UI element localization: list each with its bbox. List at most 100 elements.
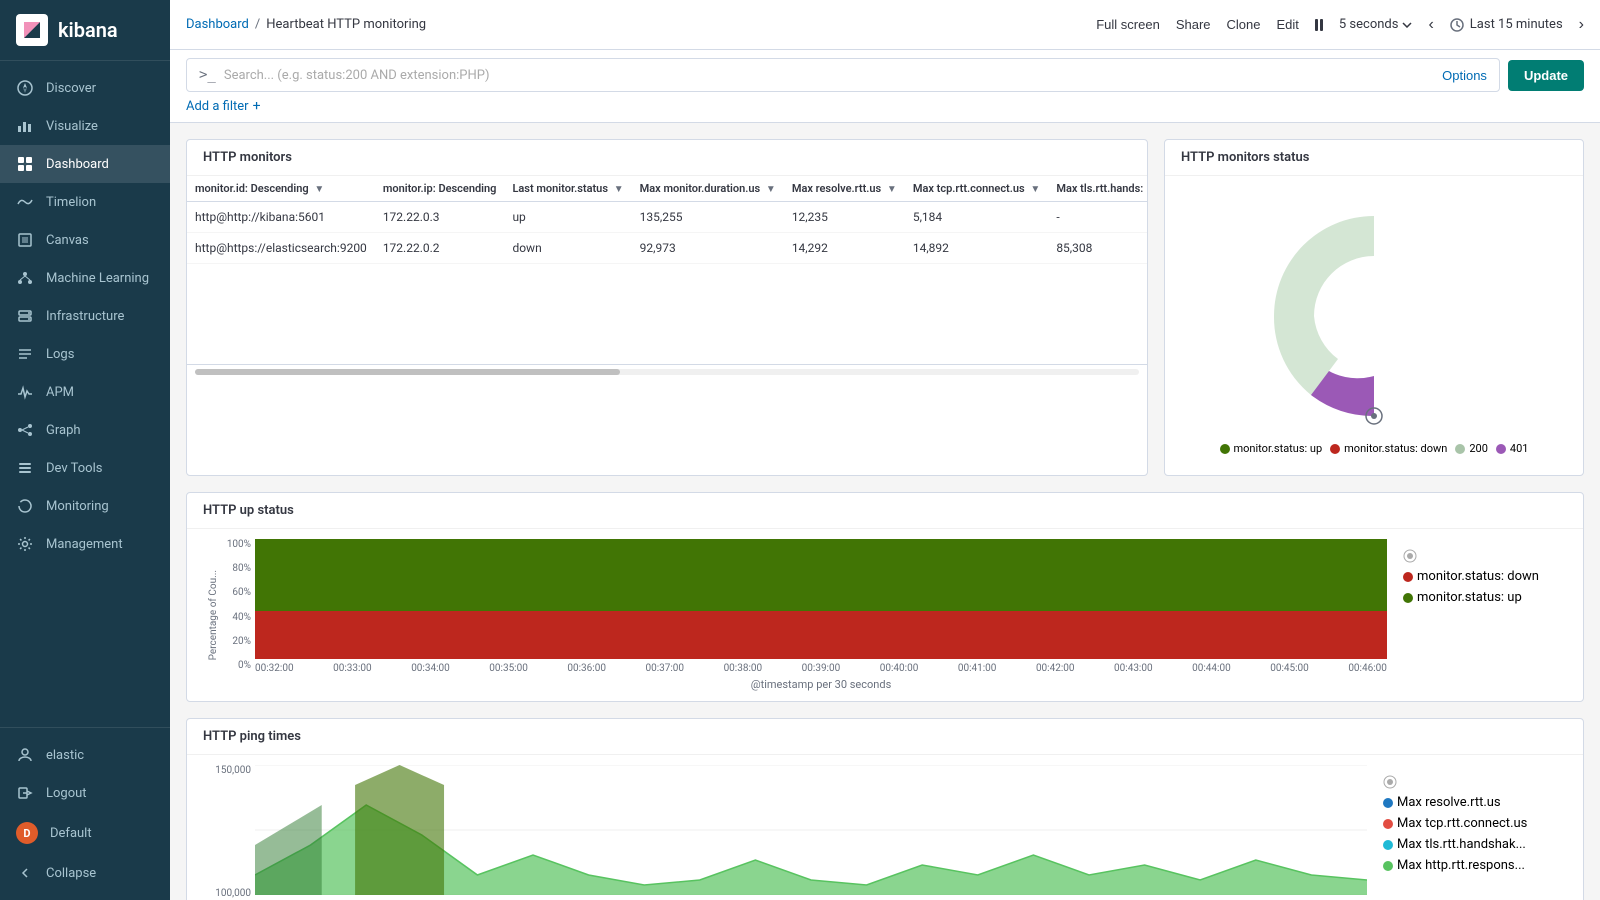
topbar-actions: Full screen Share Clone Edit 5 seconds ‹… bbox=[1096, 16, 1584, 34]
col-monitor-ip[interactable]: monitor.ip: Descending bbox=[375, 176, 505, 202]
sidebar-item-devtools-label: Dev Tools bbox=[46, 461, 102, 476]
col-max-duration[interactable]: Max monitor.duration.us ▼ bbox=[632, 176, 784, 202]
sidebar-item-elastic[interactable]: elastic bbox=[0, 736, 170, 774]
tools-icon bbox=[16, 459, 34, 477]
monitors-table: monitor.id: Descending ▼ monitor.ip: Des… bbox=[187, 176, 1147, 264]
sidebar-item-collapse[interactable]: Collapse bbox=[0, 854, 170, 892]
topbar: Dashboard / Heartbeat HTTP monitoring Fu… bbox=[170, 0, 1600, 50]
sidebar-item-discover[interactable]: Discover bbox=[0, 69, 170, 107]
kibana-logo-text: kibana bbox=[58, 18, 118, 42]
legend-settings-icon bbox=[1403, 549, 1417, 563]
sidebar-nav: Discover Visualize Dashboard Timelion Ca bbox=[0, 61, 170, 727]
x-axis-title: @timestamp per 30 seconds bbox=[255, 674, 1387, 691]
sidebar-item-elastic-label: elastic bbox=[46, 748, 84, 763]
sidebar-item-visualize[interactable]: Visualize bbox=[0, 107, 170, 145]
interval-selector[interactable]: 5 seconds bbox=[1339, 17, 1413, 32]
ml-icon bbox=[16, 269, 34, 287]
row-0-id: http@http://kibana:5601 bbox=[187, 202, 375, 233]
row-0-duration: 135,255 bbox=[632, 202, 784, 233]
donut-legend: monitor.status: up monitor.status: down … bbox=[1220, 442, 1529, 455]
http-ping-times-panel: HTTP ping times 150,000 100,000 bbox=[186, 718, 1584, 900]
bar-chart-main-area: 00:32:00 00:33:00 00:34:00 00:35:00 00:3… bbox=[255, 539, 1387, 691]
sidebar-item-logout[interactable]: Logout bbox=[0, 774, 170, 812]
sidebar-item-graph-label: Graph bbox=[46, 423, 81, 438]
line-legend-dot-http bbox=[1383, 861, 1393, 871]
logo[interactable]: kibana bbox=[0, 0, 170, 61]
sidebar-item-machine-learning[interactable]: Machine Learning bbox=[0, 259, 170, 297]
line-legend-tcp: Max tcp.rtt.connect.us bbox=[1383, 816, 1551, 831]
legend-label-401: 401 bbox=[1510, 442, 1529, 455]
options-button[interactable]: Options bbox=[1442, 68, 1487, 83]
line-chart-layout: 150,000 100,000 bbox=[203, 765, 1567, 899]
col-monitor-id[interactable]: monitor.id: Descending ▼ bbox=[187, 176, 375, 202]
edit-button[interactable]: Edit bbox=[1276, 17, 1298, 32]
bar-legend-label-down: monitor.status: down bbox=[1417, 569, 1539, 584]
add-filter-button[interactable]: Add a filter + bbox=[186, 98, 261, 114]
legend-item-down: monitor.status: down bbox=[1330, 442, 1447, 455]
wave-icon bbox=[16, 193, 34, 211]
legend-item-up: monitor.status: up bbox=[1220, 442, 1323, 455]
line-chart-svg bbox=[255, 765, 1367, 895]
sidebar-item-infrastructure-label: Infrastructure bbox=[46, 309, 124, 324]
row-1-ip: 172.22.0.2 bbox=[375, 233, 505, 264]
row-1-tcp: 14,892 bbox=[905, 233, 1048, 264]
sidebar-item-default[interactable]: D Default bbox=[0, 812, 170, 854]
share-button[interactable]: Share bbox=[1176, 17, 1211, 32]
sidebar-item-timelion[interactable]: Timelion bbox=[0, 183, 170, 221]
row-1-id: http@https://elasticsearch:9200 bbox=[187, 233, 375, 264]
sidebar-item-infrastructure[interactable]: Infrastructure bbox=[0, 297, 170, 335]
search-prompt-icon: >_ bbox=[199, 67, 216, 83]
sidebar-item-monitoring[interactable]: Monitoring bbox=[0, 487, 170, 525]
area-left bbox=[255, 805, 322, 895]
col-max-resolve[interactable]: Max resolve.rtt.us ▼ bbox=[784, 176, 905, 202]
monitors-table-scroll[interactable]: monitor.id: Descending ▼ monitor.ip: Des… bbox=[187, 176, 1147, 264]
bar-legend-label-up: monitor.status: up bbox=[1417, 590, 1522, 605]
breadcrumb-home[interactable]: Dashboard bbox=[186, 17, 249, 32]
sidebar-item-management[interactable]: Management bbox=[0, 525, 170, 563]
canvas-icon bbox=[16, 231, 34, 249]
col-max-tls[interactable]: Max tls.rtt.hands: ▼ bbox=[1048, 176, 1147, 202]
table-row: http@https://elasticsearch:9200 172.22.0… bbox=[187, 233, 1147, 264]
sidebar-item-devtools[interactable]: Dev Tools bbox=[0, 449, 170, 487]
sidebar-item-logs[interactable]: Logs bbox=[0, 335, 170, 373]
filter-bar: Add a filter + bbox=[186, 98, 1584, 114]
http-monitors-panel: HTTP monitors monitor.id: Descending ▼ m… bbox=[186, 139, 1148, 476]
gear-icon bbox=[16, 535, 34, 553]
bar-chart-legend: monitor.status: down monitor.status: up bbox=[1387, 539, 1567, 691]
full-screen-button[interactable]: Full screen bbox=[1096, 17, 1160, 32]
y-axis-ticks: 100% 80% 60% 40% 20% 0% bbox=[223, 539, 255, 691]
http-up-status-title: HTTP up status bbox=[187, 493, 1583, 529]
sidebar-item-apm[interactable]: APM bbox=[0, 373, 170, 411]
line-legend-dot-tls bbox=[1383, 840, 1393, 850]
sidebar-item-canvas[interactable]: Canvas bbox=[0, 221, 170, 259]
row-1-resolve: 14,292 bbox=[784, 233, 905, 264]
col-max-tcp[interactable]: Max tcp.rtt.connect.us ▼ bbox=[905, 176, 1048, 202]
prev-time-button[interactable]: ‹ bbox=[1428, 16, 1433, 34]
clone-button[interactable]: Clone bbox=[1227, 17, 1261, 32]
sidebar-item-dashboard[interactable]: Dashboard bbox=[0, 145, 170, 183]
y-axis-label: Percentage of Cou... bbox=[208, 570, 219, 660]
update-button[interactable]: Update bbox=[1508, 60, 1584, 91]
sidebar-item-graph[interactable]: Graph bbox=[0, 411, 170, 449]
line-legend-dot-tcp bbox=[1383, 819, 1393, 829]
row-0-tls: - bbox=[1048, 202, 1147, 233]
line-legend-label-resolve: Max resolve.rtt.us bbox=[1397, 795, 1501, 810]
line-chart-legend: Max resolve.rtt.us Max tcp.rtt.connect.u… bbox=[1367, 765, 1567, 899]
legend-item-401: 401 bbox=[1496, 442, 1529, 455]
legend-item-settings bbox=[1403, 549, 1551, 563]
monitoring-icon bbox=[16, 497, 34, 515]
time-range-selector[interactable]: Last 15 minutes bbox=[1450, 17, 1563, 32]
bar-up bbox=[255, 539, 1387, 611]
line-legend-label-tls: Max tls.rtt.handshak... bbox=[1397, 837, 1526, 852]
donut-chart bbox=[1254, 196, 1494, 436]
chart-settings bbox=[1364, 406, 1384, 430]
http-ping-times-title: HTTP ping times bbox=[187, 719, 1583, 755]
bar-legend-dot-down bbox=[1403, 572, 1413, 582]
search-input-wrap: >_ Search... (e.g. status:200 AND extens… bbox=[186, 58, 1500, 92]
chart-settings-icon[interactable] bbox=[1364, 406, 1384, 426]
next-time-button[interactable]: › bbox=[1579, 16, 1584, 34]
sort-arrow-3: ▼ bbox=[766, 184, 776, 195]
col-last-status[interactable]: Last monitor.status ▼ bbox=[504, 176, 631, 202]
legend-item-200: 200 bbox=[1455, 442, 1488, 455]
search-input[interactable]: Search... (e.g. status:200 AND extension… bbox=[224, 68, 1434, 83]
